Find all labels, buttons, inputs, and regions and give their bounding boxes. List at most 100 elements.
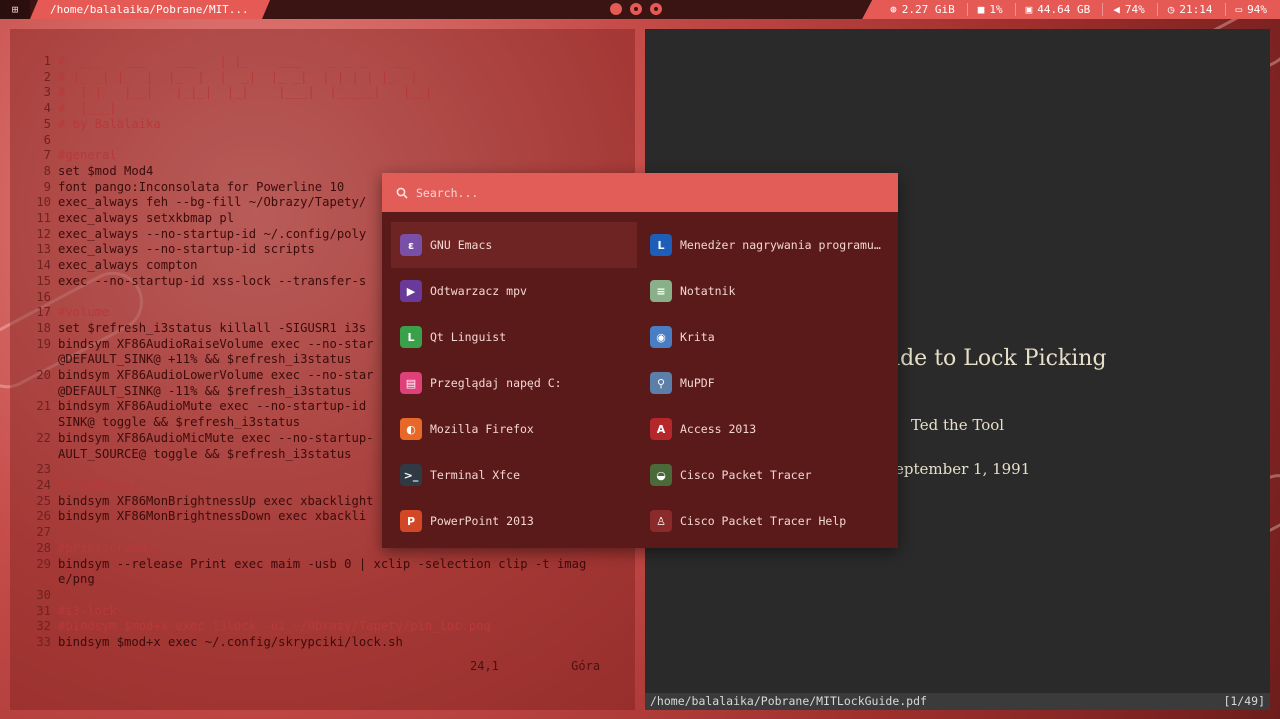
stat-volume[interactable]: ◀ 74% [1103,0,1158,19]
recording-manager-icon: L [650,234,672,256]
app-name: GNU Emacs [430,238,493,252]
stat-clock[interactable]: ◷ 21:14 [1158,0,1226,19]
line-text: bindsym XF86AudioRaiseVolume exec --no-s… [58,336,374,351]
line-number: 14 [36,258,51,273]
line-text: # ___ ___ ___ | |_ ___ _ _ _ ___ [58,54,411,68]
line-text: #printscreen [58,540,147,555]
line-text: exec_always compton [58,258,198,273]
disk-icon: ▣ [1025,3,1033,16]
line-text: font pango:Inconsolata for Powerline 10 [58,179,345,194]
app-item[interactable]: ε GNU Emacs [391,222,637,268]
line-number: 9 [43,179,51,194]
line-text: # by Balalaika [58,116,161,131]
line-text: set $mod Mod4 [58,163,154,178]
app-list: ε GNU Emacs L Menedżer nagrywania programu…… [391,222,891,544]
app-item[interactable]: P PowerPoint 2013 [391,498,637,544]
line-text: exec --no-startup-id xss-lock --transfer… [58,273,367,288]
code-line: 32 #bindsym $mod+x exec i3lock -ui ~/Obra… [10,619,635,635]
line-text: SINK@ toggle && $refresh_i3status [58,415,301,430]
line-number: 1 [43,54,51,68]
line-text: # |_ _| |_ | |_ | | _| |_ _| | | | | |_ … [58,69,418,84]
krita-icon: ◉ [650,326,672,348]
powerpoint-icon: P [400,510,422,532]
line-number: 22 [36,430,51,445]
firefox-icon: ◐ [400,418,422,440]
line-number: 16 [36,289,51,304]
app-item[interactable]: ◉ Krita [641,314,891,360]
stat-value: 74% [1124,3,1145,16]
search-input[interactable] [416,185,836,200]
line-number: 17 [36,305,51,320]
cpu-icon: ■ [977,3,985,16]
workspace-button[interactable]: ⊞ [0,0,30,19]
line-text: #brightness [58,477,139,492]
workspace-dots [610,3,662,15]
code-line: 3 # | | |__| |_|_| |_| |___| |_____| |__| [10,85,635,101]
line-number: 6 [43,132,51,147]
stat-cpu[interactable]: ■ 1% [968,0,1016,19]
app-name: Krita [680,330,715,344]
app-name: Menedżer nagrywania programu… [680,238,881,252]
app-item[interactable]: ▤ Przeglądaj napęd C: [391,360,637,406]
app-item[interactable]: ≡ Notatnik [641,268,891,314]
line-number: 18 [36,320,51,335]
line-number: 11 [36,211,51,226]
line-text: bindsym XF86AudioMicMute exec --no-start… [58,430,374,445]
app-item[interactable]: ⚲ MuPDF [641,360,891,406]
workspace-dot-1[interactable] [610,3,622,15]
line-number [10,415,58,431]
app-item[interactable]: L Qt Linguist [391,314,637,360]
line-text: exec_always --no-startup-id scripts [58,242,315,257]
code-line: e/png [10,572,635,588]
volume-icon: ◀ [1113,3,1120,16]
packet-tracer-icon: ◒ [650,464,672,486]
app-name: Mozilla Firefox [430,422,534,436]
app-name: Terminal Xfce [430,468,521,482]
line-number: 27 [36,525,51,540]
line-text: exec_always --no-startup-id ~/.config/po… [58,226,367,241]
top-bar: ⊞ /home/balalaika/Pobrane/MIT... ⊛ 2.27 G… [0,0,1280,19]
app-item[interactable]: >_ Terminal Xfce [391,452,637,498]
line-number: 25 [36,493,51,508]
line-text: @DEFAULT_SINK@ -11% && $refresh_i3status [58,383,352,398]
line-text: set $refresh_i3status killall -SIGUSR1 i… [58,320,367,335]
app-name: Notatnik [680,284,736,298]
line-number: 13 [36,242,51,257]
line-number: 7 [43,148,51,163]
line-number: 3 [43,85,51,100]
line-text: bindsym --release Print exec maim -usb 0… [58,556,587,571]
app-item[interactable]: ◐ Mozilla Firefox [391,406,637,452]
line-number: 5 [43,116,51,131]
app-item[interactable]: ▶ Odtwarzacz mpv [391,268,637,314]
app-item[interactable]: A Access 2013 [641,406,891,452]
line-number: 31 [36,603,51,618]
search-bar[interactable] [382,173,898,212]
app-item[interactable]: ◒ Cisco Packet Tracer [641,452,891,498]
line-text: bindsym $mod+x exec ~/.config/skrypciki/… [58,635,403,650]
app-name: Cisco Packet Tracer Help [680,514,847,528]
stat-value: 94% [1247,3,1267,16]
line-number: 10 [36,195,51,210]
line-text: bindsym XF86MonBrightnessDown exec xback… [58,509,367,524]
app-item[interactable]: ♙ Cisco Packet Tracer Help [641,498,891,544]
workspace-dot-3[interactable] [650,3,662,15]
line-number [10,572,58,588]
code-line: 5 # by Balalaika [10,117,635,133]
stat-disk[interactable]: ▣ 44.64 GB [1016,0,1104,19]
memory-icon: ⊛ [890,3,897,16]
line-number: 28 [36,540,51,555]
app-item[interactable]: L Menedżer nagrywania programu… [641,222,891,268]
line-text: #general [58,148,117,163]
line-text: exec_always setxkbmap pl [58,211,235,226]
system-stats: ⊛ 2.27 GiB ■ 1% ▣ 44.64 GB ◀ 74% ◷ 21:14 ▭ 94% [862,0,1280,19]
search-icon [396,187,408,199]
stat-memory[interactable]: ⊛ 2.27 GiB [880,0,968,19]
code-line: 31 #i3-lock [10,604,635,620]
page-indicator: [1/49] [1223,694,1265,708]
window-title: /home/balalaika/Pobrane/MIT... [30,0,270,19]
line-number: 8 [43,163,51,178]
line-text: #i3-lock [58,603,117,618]
stat-battery[interactable]: ▭ 94% [1226,0,1280,19]
line-number: 33 [36,635,51,650]
workspace-dot-2[interactable] [630,3,642,15]
